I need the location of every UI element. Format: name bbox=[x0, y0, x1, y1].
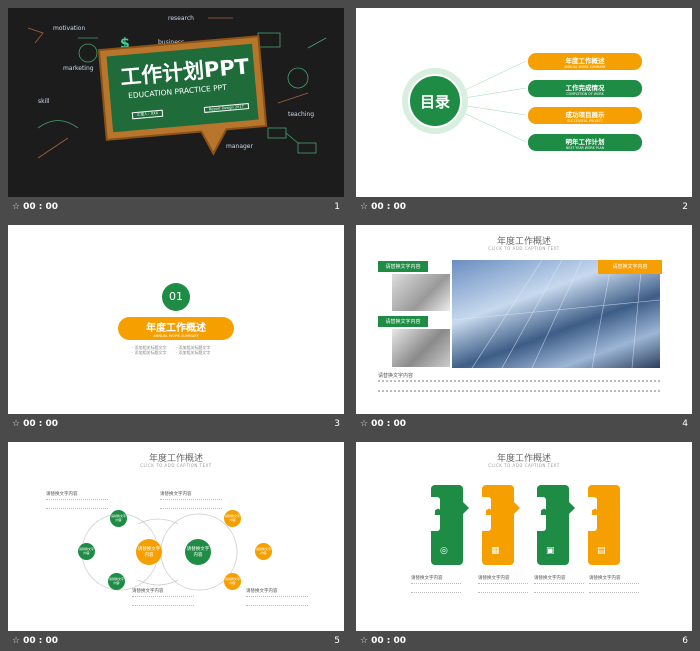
step-label: 请替换文字内容 bbox=[589, 575, 639, 593]
toc-item-title: 年度工作概述 bbox=[565, 57, 605, 65]
cycle-node: 请替换文字内容 bbox=[224, 510, 241, 527]
step-label: 请替换文字内容 bbox=[478, 575, 528, 593]
cycle-node: 请替换文字内容 bbox=[78, 543, 95, 560]
toc-title: 目录 bbox=[419, 93, 450, 111]
chalk-word: teaching bbox=[288, 111, 314, 118]
toc-item-sub: COMPLETION OF WORK bbox=[566, 92, 604, 96]
chalk-word: manager bbox=[226, 143, 254, 150]
cycle-node: 请替换文字内容 bbox=[110, 510, 127, 527]
person-icon: ☗ bbox=[540, 508, 549, 518]
slide-5-status-bar: ☆ 00 : 00 5 bbox=[8, 633, 344, 651]
text-block: 请替换文字内容 bbox=[132, 588, 194, 606]
slide-subtitle: CLICK TO ADD CAPTION TEXT bbox=[488, 463, 560, 468]
chalk-word: skill bbox=[38, 98, 50, 105]
text-block: 请替换文字内容 bbox=[160, 491, 222, 509]
bullet-item: 添加相关标题文字 bbox=[178, 350, 211, 355]
slide-6-thumbnail[interactable]: 年度工作概述 CLICK TO ADD CAPTION TEXT ☗ ☗ ☗ ☗… bbox=[356, 442, 692, 631]
caption-lines bbox=[378, 380, 660, 392]
person-icon: ☗ bbox=[434, 508, 443, 518]
section-title: 年度工作概述 bbox=[146, 323, 206, 334]
slide-1-thumbnail[interactable]: motivation research business marketing t… bbox=[8, 8, 344, 197]
slide-time: 00 : 00 bbox=[371, 419, 406, 429]
toc-item-sub: NEXT YEAR WORK PLAN bbox=[565, 146, 605, 150]
person-icon: ☗ bbox=[591, 508, 600, 518]
photo-person-2 bbox=[392, 329, 450, 367]
star-icon: ☆ bbox=[360, 202, 369, 212]
slide-2-status-bar: ☆ 00 : 00 2 bbox=[356, 199, 692, 217]
text-block: 请替换文字内容 bbox=[246, 588, 308, 606]
photo-person-1 bbox=[392, 274, 450, 311]
toc-item-title: 明年工作计划 bbox=[565, 138, 605, 146]
text-block: 请替换文字内容 bbox=[46, 491, 108, 509]
cycle-node: 请替换文字内容 bbox=[224, 573, 241, 590]
slide-number: 3 bbox=[334, 419, 340, 429]
photo-tag-text: 请替换文字内容 bbox=[385, 319, 421, 325]
step-label: 请替换文字内容 bbox=[534, 575, 584, 593]
star-icon: ☆ bbox=[12, 636, 21, 646]
chalk-word: motivation bbox=[53, 25, 85, 32]
toc-item-1[interactable]: 年度工作概述 ANNUAL WORK SUMMARY bbox=[528, 53, 642, 70]
bullet-list: · 添加相关标题文字 · 添加相关标题文字 · 添加相关标题文字 · 添加相关标… bbox=[132, 345, 211, 355]
chart-icon: ▦ bbox=[491, 546, 500, 556]
bullet-item: 添加相关标题文字 bbox=[134, 350, 167, 355]
section-number: 01 bbox=[169, 290, 183, 303]
section-subtitle: ANNUAL WORK SUMMARY bbox=[153, 334, 199, 338]
slide-subtitle: CLICK TO ADD CAPTION TEXT bbox=[488, 246, 560, 251]
chalkboard-doodles: motivation research business marketing t… bbox=[27, 15, 327, 159]
slide-1-status-bar: ☆ 00 : 00 1 bbox=[8, 199, 344, 217]
toc-item-4[interactable]: 明年工作计划 NEXT YEAR WORK PLAN bbox=[528, 134, 642, 151]
cycle-node: 请替换文字内容 bbox=[255, 543, 272, 560]
slide-2-thumbnail[interactable]: 目录 年度工作概述 ANNUAL WORK SUMMARY 工作完成情况 COM… bbox=[356, 8, 692, 197]
slide-number: 2 bbox=[682, 202, 688, 212]
presentation-icon: ▤ bbox=[597, 546, 606, 556]
star-icon: ☆ bbox=[360, 636, 369, 646]
slide-5-thumbnail[interactable]: 年度工作概述 CLICK TO ADD CAPTION TEXT 请替换文字内容… bbox=[8, 442, 344, 631]
toc-item-title: 成功项目展示 bbox=[565, 111, 605, 119]
photo-tag-text: 请替换文字内容 bbox=[612, 264, 648, 270]
computer-icon: ▣ bbox=[546, 546, 555, 556]
photo-skyscrapers bbox=[452, 260, 660, 368]
chalk-word: marketing bbox=[63, 65, 94, 72]
slide-3-thumbnail[interactable]: 01 年度工作概述 ANNUAL WORK SUMMARY · 添加相关标题文字… bbox=[8, 225, 344, 414]
toc-item-3[interactable]: 成功项目展示 SUCCESSFUL PROJECT bbox=[528, 107, 642, 124]
step-label: 请替换文字内容 bbox=[411, 575, 461, 593]
slide-number: 1 bbox=[334, 202, 340, 212]
step-arrow bbox=[514, 502, 520, 514]
toc-item-sub: SUCCESSFUL PROJECT bbox=[567, 119, 603, 123]
toc-item-sub: ANNUAL WORK SUMMARY bbox=[564, 65, 606, 69]
center-node-right: 请替换文字内容 bbox=[185, 539, 211, 565]
slide-time: 00 : 00 bbox=[23, 202, 58, 212]
slide-number: 4 bbox=[682, 419, 688, 429]
slide-6-status-bar: ☆ 00 : 00 6 bbox=[356, 633, 692, 651]
caption-label: 请替换文字内容 bbox=[378, 373, 414, 379]
slide-time: 00 : 00 bbox=[371, 636, 406, 646]
star-icon: ☆ bbox=[360, 419, 369, 429]
slide-time: 00 : 00 bbox=[23, 636, 58, 646]
person-icon: ☗ bbox=[485, 508, 494, 518]
photo-tag-text: 请替换文字内容 bbox=[385, 264, 421, 270]
section-title-pill: 年度工作概述 ANNUAL WORK SUMMARY bbox=[118, 317, 234, 340]
center-node-left: 请替换文字内容 bbox=[136, 539, 162, 565]
slide-time: 00 : 00 bbox=[371, 202, 406, 212]
slide-number: 6 bbox=[682, 636, 688, 646]
star-icon: ☆ bbox=[12, 419, 21, 429]
toc-item-title: 工作完成情况 bbox=[565, 84, 605, 92]
piggy-bank-icon: ◎ bbox=[440, 546, 448, 556]
slide-time: 00 : 00 bbox=[23, 419, 58, 429]
slide-4-status-bar: ☆ 00 : 00 4 bbox=[356, 416, 692, 434]
slide-3-status-bar: ☆ 00 : 00 3 bbox=[8, 416, 344, 434]
slide-4-thumbnail[interactable]: 年度工作概述 CLICK TO ADD CAPTION TEXT 请替换文字内容… bbox=[356, 225, 692, 414]
building-lines bbox=[452, 260, 660, 368]
toc-item-2[interactable]: 工作完成情况 COMPLETION OF WORK bbox=[528, 80, 642, 97]
slide-number: 5 bbox=[334, 636, 340, 646]
star-icon: ☆ bbox=[12, 202, 21, 212]
chalk-word: research bbox=[168, 15, 194, 22]
cycle-node: 请替换文字内容 bbox=[108, 573, 125, 590]
